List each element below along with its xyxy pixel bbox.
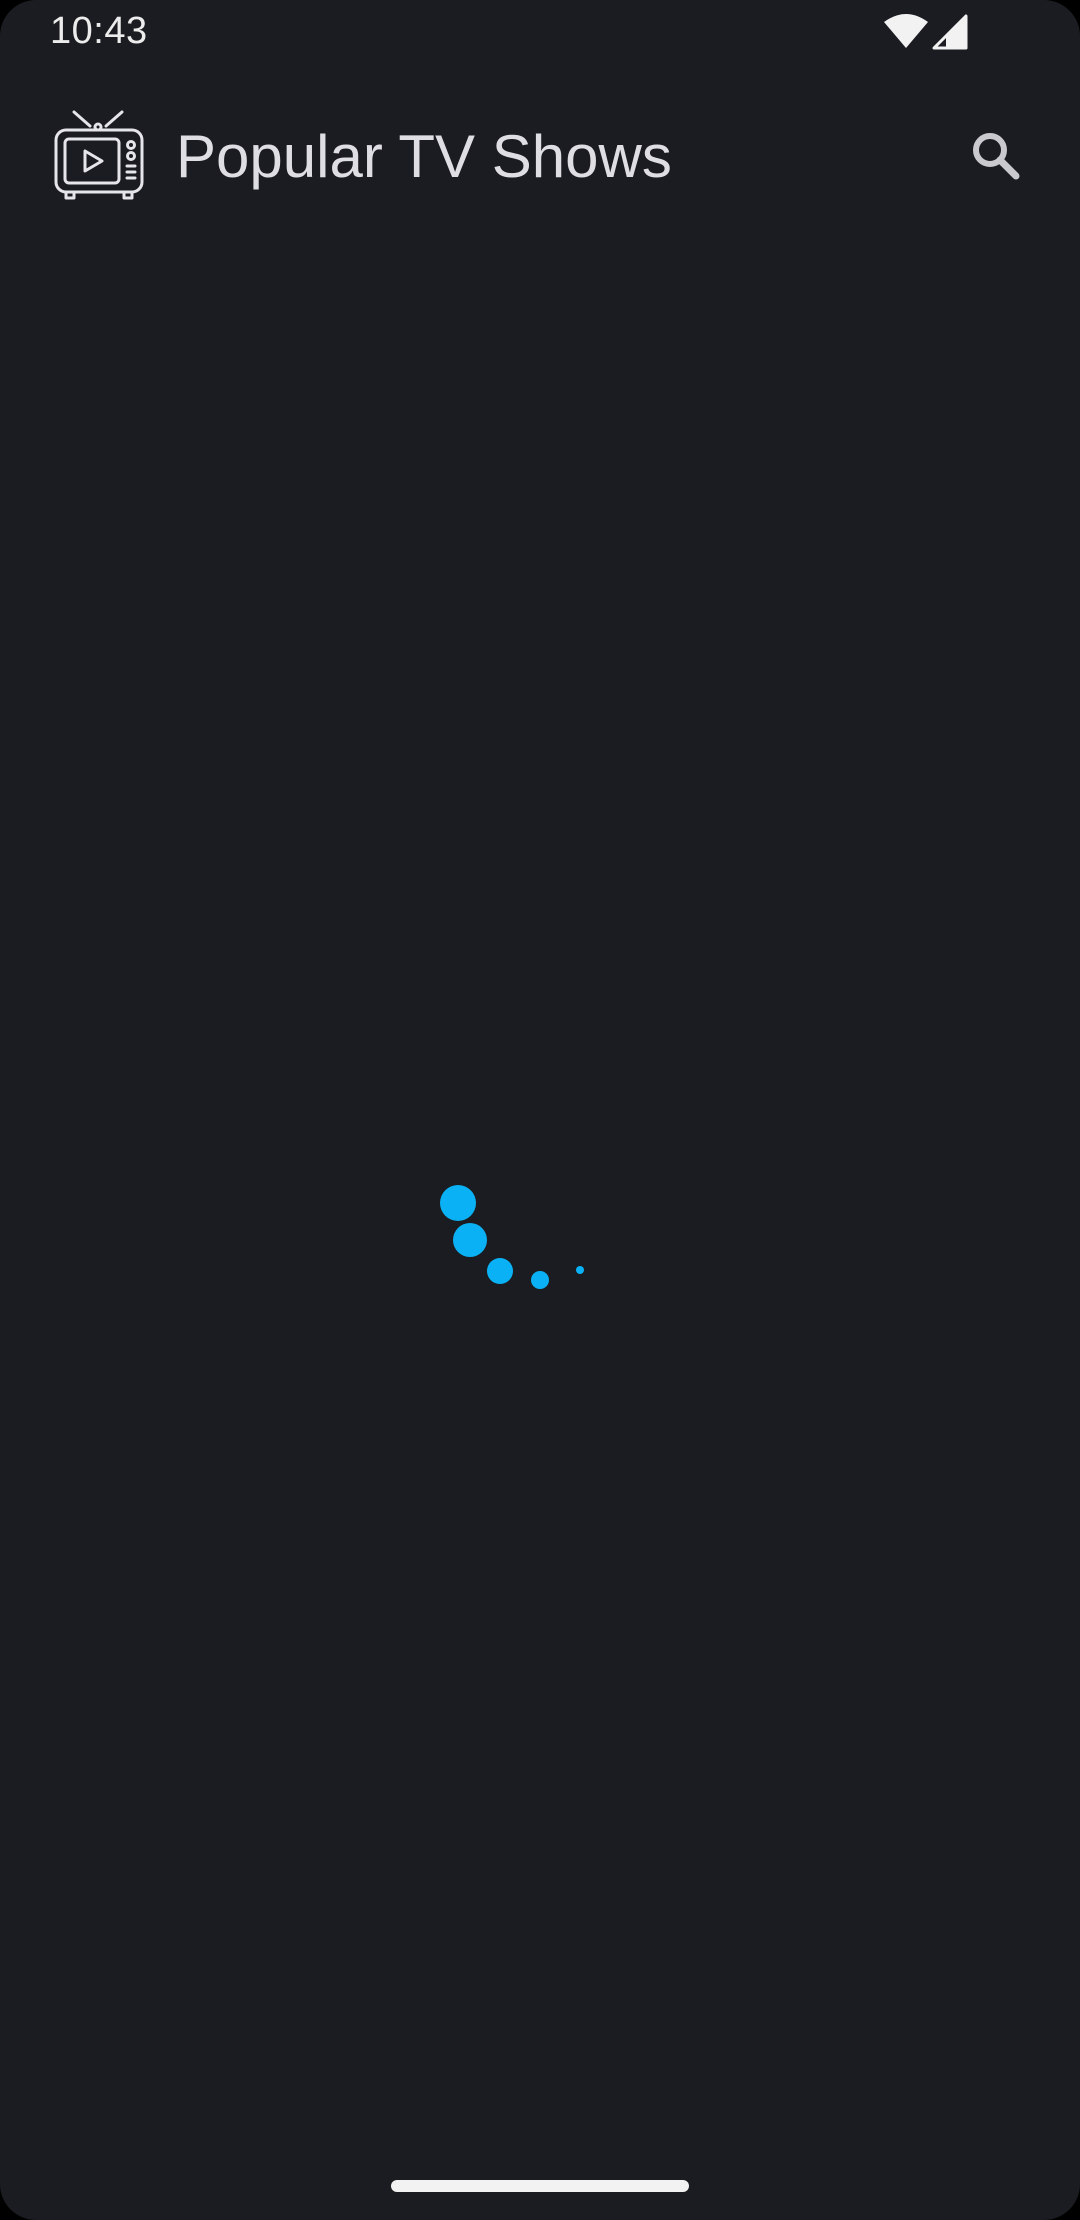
- app-bar: Popular TV Shows: [0, 96, 1080, 216]
- spinner-dot: [453, 1223, 487, 1257]
- app-screen: 10:43 Popular TV Shows: [0, 0, 1080, 2220]
- spinner-dot: [487, 1258, 513, 1284]
- cellular-signal-icon: [932, 14, 968, 50]
- search-button[interactable]: [956, 116, 1036, 196]
- spinner-dot: [440, 1185, 476, 1221]
- status-time: 10:43: [50, 10, 148, 52]
- search-icon: [970, 130, 1022, 182]
- wifi-icon: [884, 14, 928, 50]
- status-icons: [884, 14, 968, 50]
- tv-icon: [52, 108, 146, 202]
- status-bar: 10:43: [0, 0, 1080, 66]
- gesture-nav-handle[interactable]: [391, 2180, 689, 2192]
- spinner-dot: [576, 1266, 584, 1274]
- spinner-dot: [531, 1271, 549, 1289]
- loading-spinner: [420, 1170, 620, 1300]
- app-title: Popular TV Shows: [176, 123, 672, 190]
